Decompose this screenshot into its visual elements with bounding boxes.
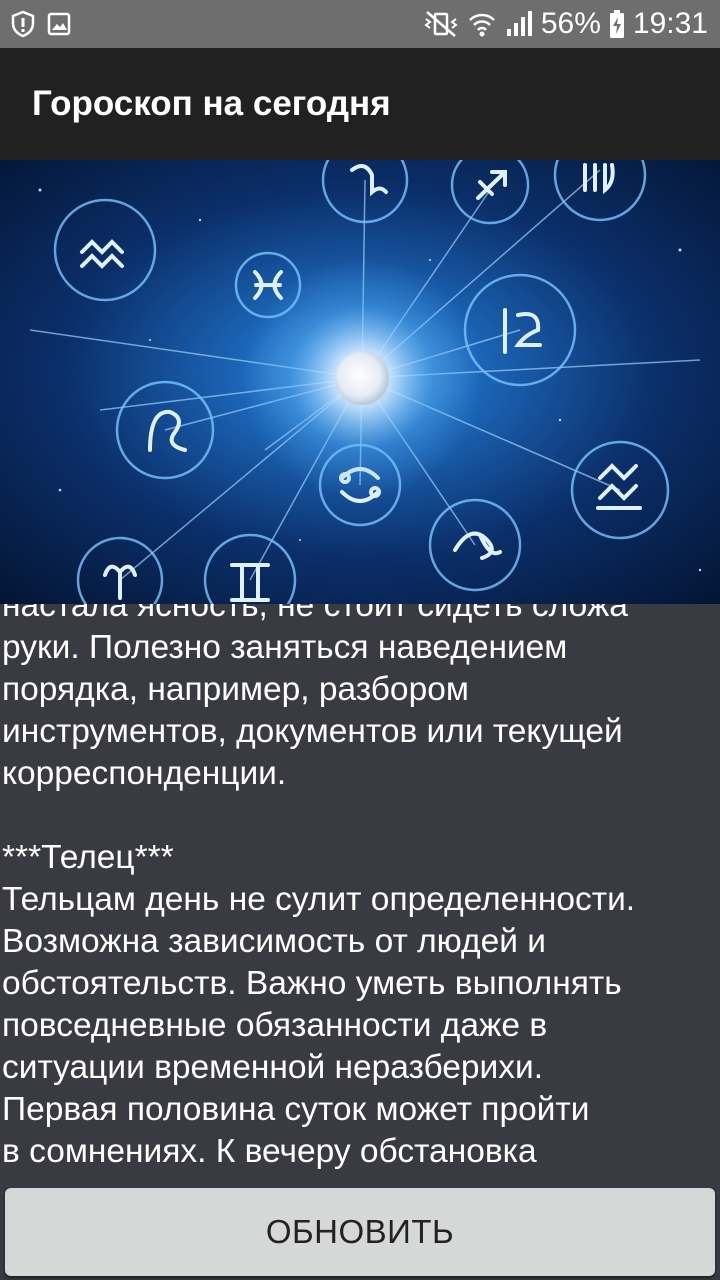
wifi-icon [468,13,495,37]
cell-signal-icon [506,11,532,36]
status-bar: 56% 19:31 [0,0,720,48]
clock: 19:31 [632,7,708,40]
image-icon [47,12,71,36]
zodiac-wheel-image [0,160,720,604]
refresh-button[interactable]: ОБНОВИТЬ [5,1188,715,1276]
shield-alert-icon [11,10,35,38]
vibrate-mute-icon [424,11,458,37]
page-title: Гороскоп на сегодня [32,84,391,123]
battery-charging-icon [609,10,624,38]
scroll-content[interactable]: настала ясность, не стоит сидеть сложа р… [0,160,720,1180]
app-bar: Гороскоп на сегодня [0,48,720,160]
system-indicators: 56% 19:31 [423,6,708,42]
battery-percent: 56% [540,7,601,40]
notification-icons [10,10,72,38]
horoscope-text: настала ясность, не стоит сидеть сложа р… [2,587,636,1170]
